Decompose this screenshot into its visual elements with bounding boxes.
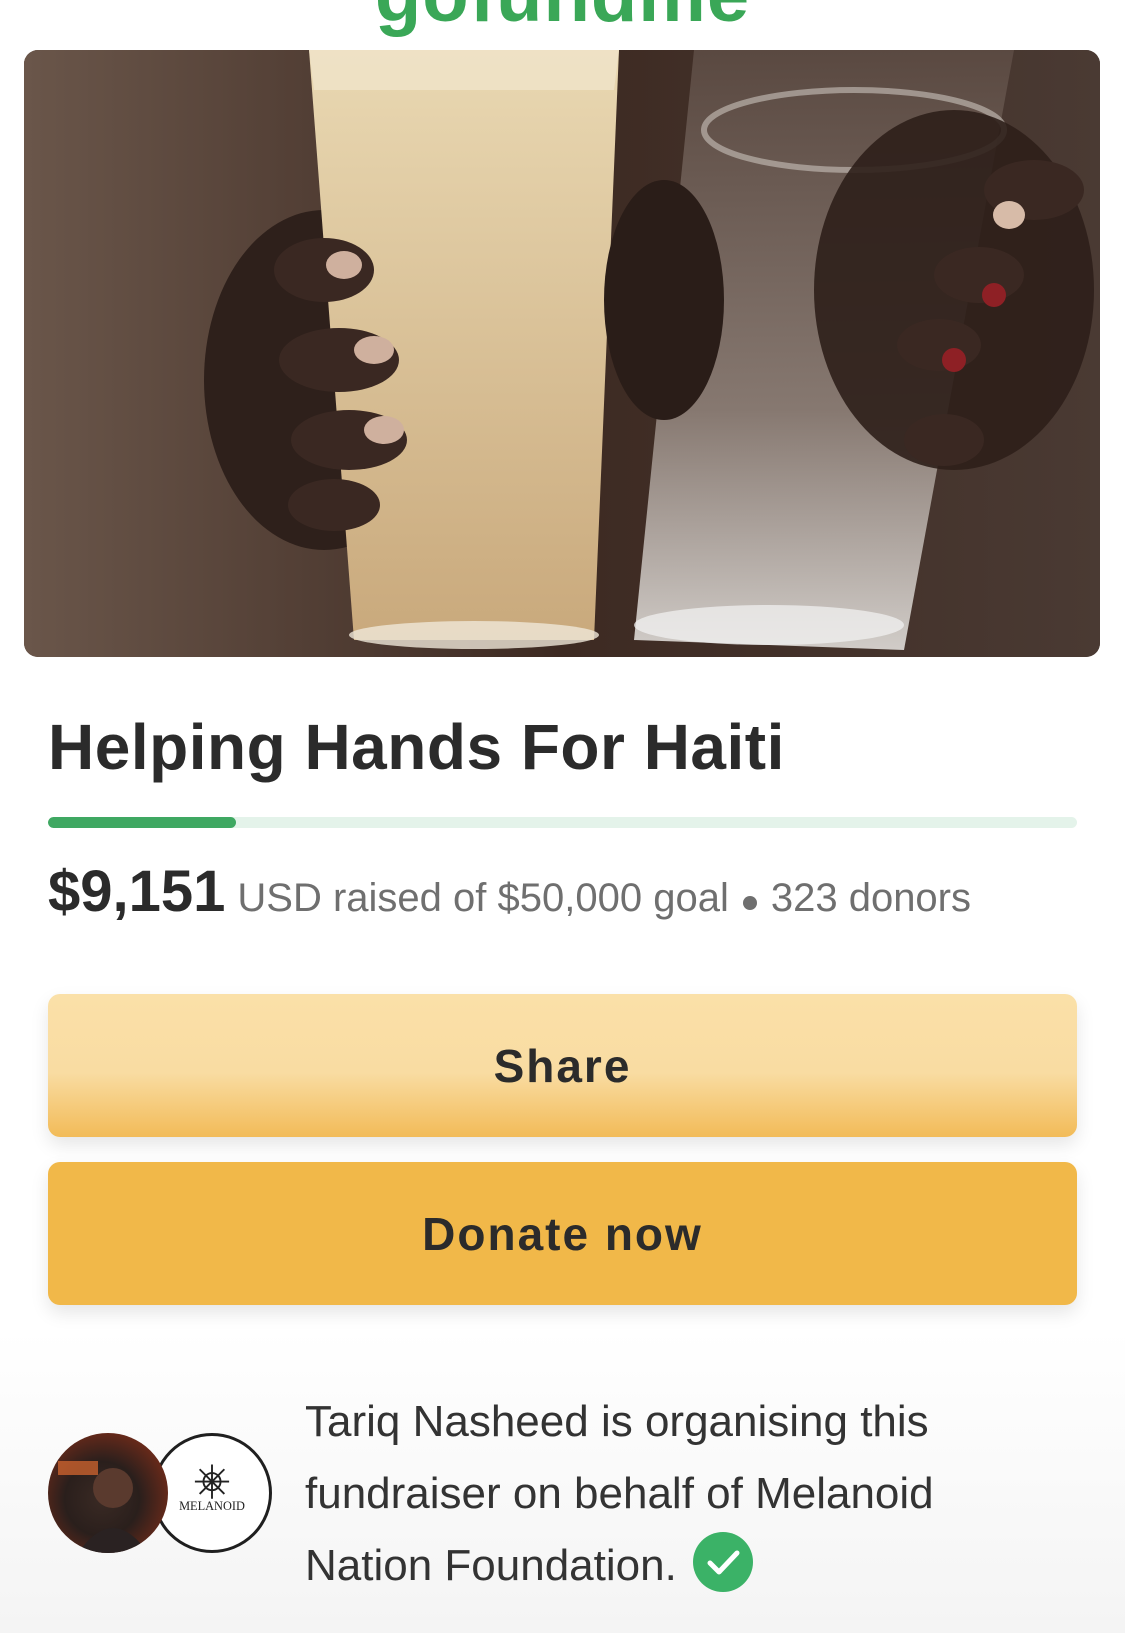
organizer-description: Tariq Nasheed is organising this fundrai… (305, 1386, 1065, 1602)
campaign-title: Helping Hands For Haiti (48, 711, 785, 783)
progress-fill (48, 817, 237, 828)
progress-bar (48, 817, 1077, 828)
gofundme-logo[interactable]: gofundme (0, 0, 1125, 34)
melanoid-logo-icon: MELANOID (179, 1464, 245, 1513)
org-logo-text: MELANOID (179, 1499, 245, 1513)
campaign-hero-image (24, 50, 1100, 657)
organizer-avatar[interactable] (48, 1433, 168, 1553)
water-glasses-photo (24, 50, 1100, 657)
goal-text: USD raised of $50,000 goal (237, 876, 729, 920)
organizer-text: Tariq Nasheed is organising this fundrai… (305, 1397, 934, 1590)
funding-stats: $9,151 USD raised of $50,000 goal 323 dono… (48, 863, 971, 921)
organization-avatar[interactable]: MELANOID (152, 1433, 272, 1553)
raised-amount: $9,151 (48, 859, 226, 924)
share-button[interactable]: Share (48, 994, 1077, 1137)
donate-now-button[interactable]: Donate now (48, 1162, 1077, 1305)
separator-dot (742, 895, 757, 910)
organizer-photo (58, 1461, 148, 1553)
check-circle-icon (692, 1532, 753, 1593)
donor-count: 323 donors (770, 876, 971, 920)
